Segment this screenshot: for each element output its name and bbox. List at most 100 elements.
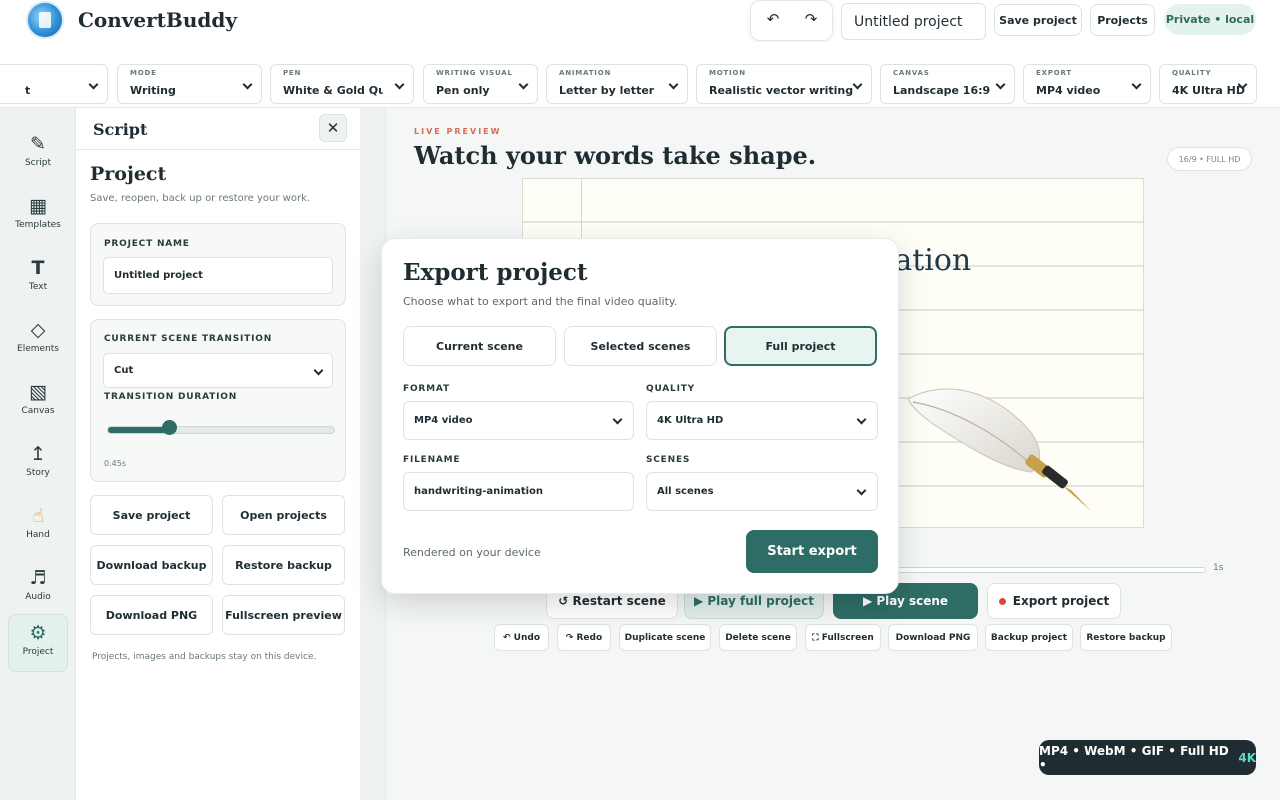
backup-project-button[interactable]: Backup project bbox=[985, 624, 1073, 651]
rail-label: Elements bbox=[17, 344, 59, 354]
toolbar-select-quality[interactable]: Quality 4K Ultra HD bbox=[1159, 64, 1257, 104]
download-png-small-button[interactable]: Download PNG bbox=[888, 624, 978, 651]
restore-backup-small-button[interactable]: Restore backup bbox=[1080, 624, 1172, 651]
toolbar-select-motion[interactable]: Motion Realistic vector writing bbox=[696, 64, 872, 104]
upload-arrow-icon: ↥ bbox=[30, 443, 46, 465]
export-project-button[interactable]: Export project bbox=[987, 583, 1121, 619]
duration-label: Transition duration bbox=[104, 392, 238, 402]
rail-label: Hand bbox=[26, 530, 50, 540]
rail-item-project[interactable]: ⚙ Project bbox=[8, 614, 68, 672]
undo-button[interactable]: ↶ Undo bbox=[494, 624, 549, 651]
toolbar-label: Writing visual bbox=[436, 69, 513, 77]
toolbar-value: Writing bbox=[130, 84, 176, 97]
format-select[interactable]: MP4 video bbox=[403, 401, 634, 440]
app-header: ConvertBuddy ↶ ↷ Save project Projects P… bbox=[0, 0, 1280, 42]
scenes-value: All scenes bbox=[657, 486, 714, 497]
panel-footer-note: Projects, images and backups stay on thi… bbox=[92, 652, 317, 662]
save-project-button[interactable]: Save project bbox=[90, 495, 213, 535]
toolbar-value: Realistic vector writing bbox=[709, 84, 854, 97]
settings-toolbar: t Mode Writing Pen White & Gold Qui Writ… bbox=[0, 42, 1280, 108]
scope-current-scene[interactable]: Current scene bbox=[403, 326, 556, 366]
chevron-down-icon bbox=[668, 79, 679, 90]
toolbar-select-animation[interactable]: Animation Letter by letter bbox=[546, 64, 688, 104]
toolbar-value: t bbox=[25, 84, 31, 97]
format-accent: 4K bbox=[1238, 750, 1256, 765]
chevron-down-icon bbox=[313, 365, 324, 376]
rail-label: Story bbox=[26, 468, 50, 478]
save-project-button[interactable]: Save project bbox=[994, 4, 1082, 36]
rail-item-audio[interactable]: ♬ Audio bbox=[8, 560, 68, 616]
text-icon: T bbox=[31, 257, 45, 279]
chevron-down-icon bbox=[394, 79, 405, 90]
panel-divider bbox=[76, 149, 360, 150]
delete-scene-button[interactable]: Delete scene bbox=[719, 624, 797, 651]
chevron-down-icon bbox=[856, 485, 867, 496]
export-modal: Export project Choose what to export and… bbox=[381, 238, 899, 594]
projects-button[interactable]: Projects bbox=[1090, 4, 1155, 36]
quality-label: Quality bbox=[646, 384, 695, 394]
chevron-down-icon bbox=[856, 414, 867, 425]
open-projects-button[interactable]: Open projects bbox=[222, 495, 345, 535]
rail-item-elements[interactable]: ◇ Elements bbox=[8, 312, 68, 368]
format-list: MP4 • WebM • GIF • Full HD • bbox=[1039, 743, 1229, 772]
timeline-end-label: 1s bbox=[1213, 563, 1224, 573]
fullscreen-preview-button[interactable]: Fullscreen preview bbox=[222, 595, 345, 635]
project-name-card: Project name Untitled project bbox=[90, 223, 346, 306]
format-value: MP4 video bbox=[414, 415, 473, 426]
toolbar-value: MP4 video bbox=[1036, 84, 1101, 97]
redo-button[interactable]: ↷ Redo bbox=[557, 624, 611, 651]
brand-name: ConvertBuddy bbox=[78, 8, 237, 32]
toolbar-select-mode[interactable]: Mode Writing bbox=[117, 64, 262, 104]
toolbar-select-canvas[interactable]: Canvas Landscape 16:9 bbox=[880, 64, 1015, 104]
project-section-title: Project bbox=[90, 163, 167, 185]
transition-card: Current scene transition Cut Transition … bbox=[90, 319, 346, 482]
rail-label: Audio bbox=[25, 592, 51, 602]
redo-icon[interactable]: ↷ bbox=[799, 10, 823, 32]
undo-icon[interactable]: ↶ bbox=[761, 10, 785, 32]
export-project-label: Export project bbox=[1012, 594, 1110, 608]
filename-input[interactable]: handwriting-animation bbox=[403, 472, 634, 511]
chevron-down-icon bbox=[1131, 79, 1142, 90]
project-name-label: Project name bbox=[104, 239, 190, 249]
project-name-input[interactable]: Untitled project bbox=[103, 257, 333, 294]
chevron-down-icon bbox=[852, 79, 863, 90]
restore-backup-button[interactable]: Restore backup bbox=[222, 545, 345, 585]
toolbar-select-0[interactable]: t bbox=[0, 64, 108, 104]
scope-full-project[interactable]: Full project bbox=[724, 326, 877, 366]
toolbar-select-writing-visual[interactable]: Writing visual Pen only bbox=[423, 64, 538, 104]
live-preview-label: LIVE PREVIEW bbox=[414, 127, 502, 136]
toolbar-label: Quality bbox=[1172, 69, 1212, 77]
undo-redo-group: ↶ ↷ bbox=[750, 0, 833, 41]
toolbar-select-pen[interactable]: Pen White & Gold Qui bbox=[270, 64, 414, 104]
rail-item-hand[interactable]: ☝ Hand bbox=[8, 498, 68, 554]
rail-item-script[interactable]: ✎ Script bbox=[8, 126, 68, 182]
close-icon[interactable]: ✕ bbox=[319, 114, 347, 142]
timeline-scrubber[interactable] bbox=[896, 567, 1206, 573]
quality-select[interactable]: 4K Ultra HD bbox=[646, 401, 878, 440]
icon-rail: ✎ Script ▦ Templates T Text ◇ Elements ▧… bbox=[0, 108, 76, 800]
download-png-button[interactable]: Download PNG bbox=[90, 595, 213, 635]
scope-selected-scenes[interactable]: Selected scenes bbox=[564, 326, 717, 366]
toolbar-label: Export bbox=[1036, 69, 1072, 77]
rail-item-canvas[interactable]: ▧ Canvas bbox=[8, 374, 68, 430]
panel-title: Script bbox=[93, 120, 148, 139]
diamond-icon: ◇ bbox=[30, 319, 46, 341]
scenes-select[interactable]: All scenes bbox=[646, 472, 878, 511]
duration-slider-track[interactable] bbox=[107, 426, 335, 434]
rail-label: Script bbox=[24, 158, 52, 168]
fullscreen-button[interactable]: ⛶ Fullscreen bbox=[805, 624, 881, 651]
toolbar-label: Motion bbox=[709, 69, 746, 77]
project-title-input[interactable] bbox=[841, 3, 986, 40]
rail-item-story[interactable]: ↥ Story bbox=[8, 436, 68, 492]
download-backup-button[interactable]: Download backup bbox=[90, 545, 213, 585]
app-logo-icon bbox=[26, 1, 64, 39]
start-export-button[interactable]: Start export bbox=[746, 530, 878, 573]
toolbar-label: Pen bbox=[283, 69, 302, 77]
rail-item-text[interactable]: T Text bbox=[8, 250, 68, 306]
duration-slider-thumb[interactable] bbox=[162, 420, 177, 435]
toolbar-select-export[interactable]: Export MP4 video bbox=[1023, 64, 1151, 104]
rail-item-templates[interactable]: ▦ Templates bbox=[8, 188, 68, 244]
transition-value: Cut bbox=[114, 365, 134, 376]
duplicate-scene-button[interactable]: Duplicate scene bbox=[619, 624, 711, 651]
transition-select[interactable]: Cut bbox=[103, 353, 333, 388]
